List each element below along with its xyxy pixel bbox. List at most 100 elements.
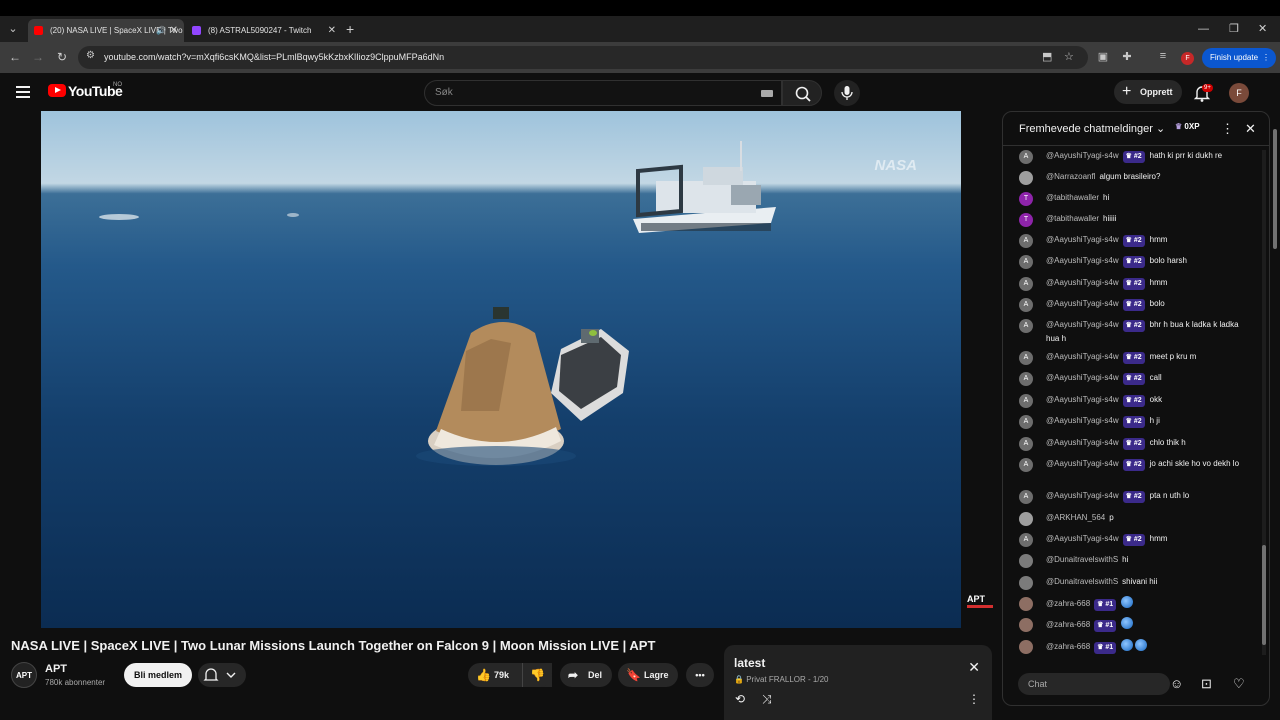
video-player[interactable]: NASA — [41, 111, 961, 628]
save-button[interactable]: 🔖 Lagre — [618, 663, 678, 687]
voice-search-button[interactable] — [834, 80, 860, 106]
chat-message[interactable]: @ARKHAN_564 p — [1019, 511, 1253, 526]
search-box[interactable]: Søk — [424, 80, 782, 106]
xp-badge[interactable]: ♛ 0XP — [1175, 122, 1200, 131]
chat-message[interactable]: A @AayushiTyagi-s4w ♛ #2 hmm — [1019, 233, 1253, 248]
chat-author-name[interactable]: @zahra-668 — [1046, 599, 1090, 608]
heart-icon[interactable]: ♡ — [1233, 676, 1245, 692]
search-button[interactable] — [782, 80, 822, 106]
chat-author-name[interactable]: @AayushiTyagi-s4w — [1046, 320, 1119, 329]
page-scrollbar[interactable] — [1272, 111, 1278, 706]
chat-author-avatar[interactable] — [1019, 554, 1033, 568]
chat-message[interactable]: @Narrazoanfl algum brasileiro? — [1019, 170, 1253, 185]
chat-author-name[interactable]: @AayushiTyagi-s4w — [1046, 256, 1119, 265]
create-button[interactable]: + Opprett — [1114, 80, 1182, 104]
channel-avatar[interactable]: APT — [11, 662, 37, 688]
minimize-icon[interactable]: — — [1198, 20, 1209, 38]
search-input[interactable]: Søk — [435, 81, 453, 105]
chat-input[interactable]: Chat — [1018, 673, 1170, 695]
install-app-icon[interactable]: ⬒ — [1042, 50, 1052, 63]
chat-author-name[interactable]: @AayushiTyagi-s4w — [1046, 151, 1119, 160]
chat-author-name[interactable]: @zahra-668 — [1046, 620, 1090, 629]
tab-close-icon[interactable]: ✕ — [170, 19, 178, 42]
more-vert-icon[interactable]: ⋮ — [968, 692, 980, 706]
chat-author-avatar[interactable]: A — [1019, 351, 1033, 365]
join-membership-button[interactable]: Bli medlem — [124, 663, 192, 687]
chat-author-name[interactable]: @AayushiTyagi-s4w — [1046, 278, 1119, 287]
reload-button[interactable]: ↻ — [53, 48, 71, 66]
chat-author-avatar[interactable] — [1019, 576, 1033, 590]
chat-author-avatar[interactable]: A — [1019, 458, 1033, 472]
tab-youtube[interactable]: (20) NASA LIVE | SpaceX LIVE | Two Lunar… — [28, 19, 184, 42]
chat-author-name[interactable]: @AayushiTyagi-s4w — [1046, 373, 1119, 382]
chat-author-name[interactable]: @AayushiTyagi-s4w — [1046, 395, 1119, 404]
chat-message[interactable]: T @tabithawaller hi — [1019, 191, 1253, 206]
share-button[interactable]: ➦ Del — [560, 663, 612, 687]
chat-author-name[interactable]: @AayushiTyagi-s4w — [1046, 235, 1119, 244]
chat-message[interactable]: A @AayushiTyagi-s4w ♛ #2 meet p kru m — [1019, 350, 1253, 365]
chat-message[interactable]: @zahra-668 ♛ #1 — [1019, 596, 1253, 611]
window-close-icon[interactable]: ✕ — [1258, 20, 1267, 38]
chat-author-name[interactable]: @AayushiTyagi-s4w — [1046, 459, 1119, 468]
account-avatar[interactable]: F — [1229, 83, 1249, 103]
bookmark-star-icon[interactable]: ☆ — [1064, 50, 1074, 63]
keyboard-icon[interactable] — [761, 90, 773, 97]
chat-author-avatar[interactable]: A — [1019, 533, 1033, 547]
channel-name[interactable]: APT — [45, 663, 67, 675]
tab-close-icon[interactable]: ✕ — [328, 19, 336, 42]
loop-icon[interactable]: ⟲ — [735, 692, 745, 706]
chat-author-name[interactable]: @tabithawaller — [1046, 193, 1099, 202]
chat-message[interactable]: A @AayushiTyagi-s4w ♛ #2 bolo — [1019, 297, 1253, 312]
maximize-icon[interactable]: ❐ — [1229, 20, 1239, 38]
tab-search-menu[interactable]: ⌄ — [4, 20, 22, 38]
chat-scrollbar[interactable] — [1262, 150, 1266, 655]
chat-message[interactable]: A @AayushiTyagi-s4w ♛ #2 okk — [1019, 393, 1253, 408]
extensions-icon-1[interactable]: ▣ — [1095, 50, 1111, 63]
menu-hamburger-icon[interactable] — [16, 84, 32, 100]
chat-message[interactable]: A @AayushiTyagi-s4w ♛ #2 bolo harsh — [1019, 254, 1253, 269]
playlist-owner-progress[interactable]: FRALLOR - 1/20 — [769, 675, 829, 684]
chat-author-name[interactable]: @AayushiTyagi-s4w — [1046, 491, 1119, 500]
close-chat-icon[interactable]: ✕ — [1245, 112, 1256, 146]
chat-author-name[interactable]: @AayushiTyagi-s4w — [1046, 299, 1119, 308]
shuffle-icon[interactable]: ⤨ — [762, 692, 772, 707]
dislike-button[interactable]: 👎 — [522, 663, 552, 687]
chat-author-name[interactable]: @DunaitravelswithS — [1046, 555, 1118, 564]
chat-author-name[interactable]: @AayushiTyagi-s4w — [1046, 438, 1119, 447]
chat-author-name[interactable]: @ARKHAN_564 — [1046, 513, 1105, 522]
tab-twitch[interactable]: (8) ASTRAL5090247 - Twitch ✕ — [186, 19, 342, 42]
chat-message[interactable]: A @AayushiTyagi-s4w ♛ #2 pta n uth lo — [1019, 489, 1253, 504]
chat-author-avatar[interactable] — [1019, 512, 1033, 526]
chat-author-name[interactable]: @tabithawaller — [1046, 214, 1099, 223]
finish-update-button[interactable]: Finish update ⋮ — [1202, 48, 1277, 68]
chat-message[interactable]: A @AayushiTyagi-s4w ♛ #2 hmm — [1019, 532, 1253, 547]
more-actions-button[interactable]: ••• — [686, 663, 714, 687]
chat-message[interactable]: A @AayushiTyagi-s4w ♛ #2 bhr h bua k ladka … — [1019, 318, 1253, 346]
chat-message[interactable]: A @AayushiTyagi-s4w ♛ #2 chlo thik h — [1019, 436, 1253, 451]
chat-author-avatar[interactable]: A — [1019, 394, 1033, 408]
chat-author-avatar[interactable]: A — [1019, 234, 1033, 248]
chat-message[interactable]: T @tabithawaller hiiiii — [1019, 212, 1253, 227]
back-button[interactable]: ← — [6, 48, 24, 66]
emoji-icon[interactable]: ☺ — [1170, 676, 1183, 691]
chat-author-avatar[interactable]: A — [1019, 277, 1033, 291]
address-bar[interactable]: ⚙ youtube.com/watch?v=mXqfi6csKMQ&list=P… — [78, 46, 1088, 69]
chat-message[interactable]: @zahra-668 ♛ #1 — [1019, 639, 1253, 654]
chat-mode-dropdown[interactable]: Fremhevede chatmeldinger ⌄ — [1019, 112, 1165, 146]
chat-author-name[interactable]: @DunaitravelswithS — [1046, 577, 1118, 586]
url-text[interactable]: youtube.com/watch?v=mXqfi6csKMQ&list=PLm… — [104, 46, 444, 69]
chat-author-avatar[interactable]: A — [1019, 298, 1033, 312]
more-vert-icon[interactable]: ⋮ — [1221, 112, 1234, 146]
super-chat-icon[interactable]: ⊡ — [1201, 676, 1212, 692]
youtube-logo-icon[interactable] — [48, 84, 66, 97]
chat-author-avatar[interactable]: A — [1019, 150, 1033, 164]
chat-message[interactable]: A @AayushiTyagi-s4w ♛ #2 jo achi skle ho vo… — [1019, 457, 1253, 472]
chat-message[interactable]: A @AayushiTyagi-s4w ♛ #2 hath ki prr ki duk… — [1019, 149, 1253, 164]
chat-author-avatar[interactable]: T — [1019, 192, 1033, 206]
apt-channel-watermark[interactable]: APT — [967, 594, 993, 610]
chat-author-avatar[interactable] — [1019, 618, 1033, 632]
chat-author-name[interactable]: @AayushiTyagi-s4w — [1046, 416, 1119, 425]
chat-message[interactable]: @DunaitravelswithS shivani hii — [1019, 575, 1253, 590]
browser-profile-avatar[interactable]: F — [1181, 52, 1194, 65]
chat-author-name[interactable]: @Narrazoanfl — [1046, 172, 1095, 181]
